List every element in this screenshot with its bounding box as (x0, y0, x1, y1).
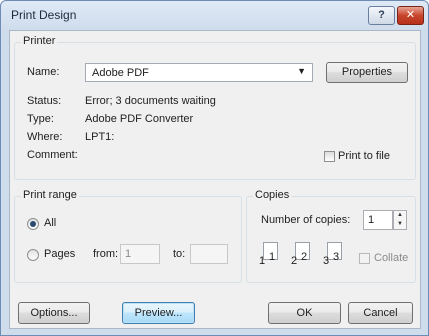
where-value: LPT1: (85, 131, 115, 143)
comment-label: Comment: (27, 149, 78, 161)
from-input[interactable]: 1 (120, 244, 160, 264)
help-button[interactable]: ? (368, 6, 395, 25)
copies-value: 1 (368, 214, 375, 226)
chevron-down-icon: ▼ (297, 66, 306, 76)
close-button[interactable]: ✕ (397, 6, 424, 25)
spin-down-icon[interactable]: ▼ (394, 220, 406, 229)
page-number: 1 (259, 255, 266, 267)
page-number: 2 (301, 251, 308, 263)
options-label: Options... (30, 307, 78, 319)
from-value: 1 (125, 248, 132, 260)
title-bar[interactable]: Print Design ? ✕ (1, 1, 428, 29)
cancel-label: Cancel (363, 307, 398, 319)
to-input[interactable] (190, 244, 228, 264)
all-label[interactable]: All (44, 217, 56, 229)
all-radio[interactable] (27, 218, 39, 230)
printer-group-title: Printer (21, 35, 58, 47)
preview-button[interactable]: Preview... (122, 302, 195, 324)
print-to-file-label[interactable]: Print to file (338, 150, 390, 162)
copies-group-title: Copies (253, 189, 292, 201)
printer-name-value: Adobe PDF (92, 67, 149, 79)
page-number: 2 (291, 255, 298, 267)
copies-spinner[interactable]: ▲ ▼ (393, 210, 407, 230)
from-label: from: (93, 248, 119, 260)
printer-name-select[interactable]: Adobe PDF ▼ (85, 63, 313, 82)
cancel-button[interactable]: Cancel (348, 302, 413, 324)
status-label: Status: (27, 95, 62, 107)
radio-selected-dot (30, 221, 36, 227)
print-dialog: Print Design ? ✕ Printer Name: Adobe PDF… (0, 0, 429, 336)
print-range-group: Print range All Pages from: 1 to: (14, 189, 242, 283)
preview-label: Preview... (134, 307, 183, 319)
print-to-file-checkbox[interactable] (324, 151, 335, 162)
page-number: 1 (269, 251, 276, 263)
type-label: Type: (27, 113, 54, 125)
page-number: 3 (333, 251, 340, 263)
ok-button[interactable]: OK (268, 302, 341, 324)
collate-checkbox[interactable] (359, 253, 370, 264)
collate-label: Collate (374, 252, 409, 264)
dialog-body: Printer Name: Adobe PDF ▼ Properties Sta… (9, 30, 421, 329)
to-label: to: (173, 248, 186, 260)
spin-up-icon[interactable]: ▲ (394, 211, 406, 220)
pages-radio[interactable] (27, 249, 39, 261)
pages-label[interactable]: Pages (44, 248, 75, 260)
where-label: Where: (27, 131, 63, 143)
page-number: 3 (323, 255, 330, 267)
printer-group: Printer Name: Adobe PDF ▼ Properties Sta… (14, 35, 416, 180)
properties-label: Properties (341, 66, 393, 78)
copies-group: Copies Number of copies: 1 ▲ ▼ 1 1 2 2 3… (246, 189, 416, 283)
ok-label: OK (296, 307, 313, 319)
status-value: Error; 3 documents waiting (85, 95, 216, 107)
number-of-copies-label: Number of copies: (261, 214, 351, 226)
dialog-title: Print Design (11, 8, 77, 22)
print-range-group-title: Print range (21, 189, 79, 201)
type-value: Adobe PDF Converter (85, 113, 194, 125)
copies-input[interactable]: 1 (363, 210, 393, 230)
name-label: Name: (27, 66, 60, 78)
options-button[interactable]: Options... (18, 302, 90, 324)
properties-button[interactable]: Properties (326, 62, 408, 83)
